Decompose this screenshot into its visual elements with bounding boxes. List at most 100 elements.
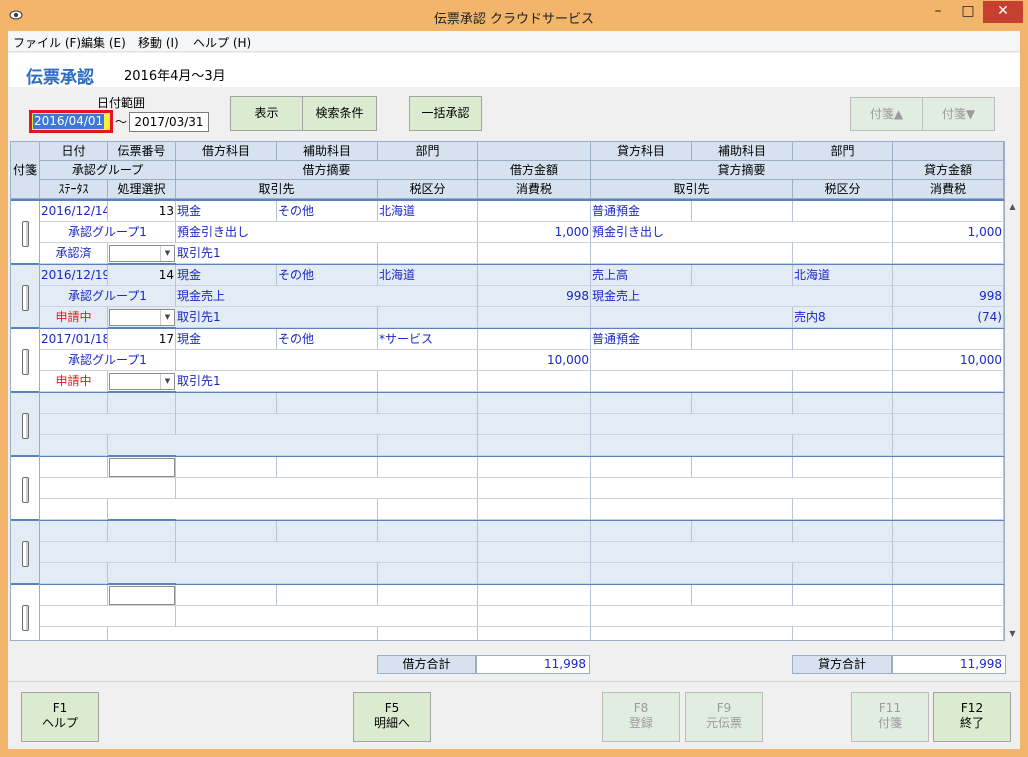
search-condition-button[interactable]: 検索条件 [302,96,377,131]
table-row[interactable] [11,457,1004,521]
row-cr-tax-class: 売内8 [793,307,893,328]
row-cr-tax-class [793,499,893,520]
row-dr-sub: その他 [277,201,378,222]
f8-register-button[interactable]: F8 登録 [602,692,680,742]
row-cr-amount: 1,000 [893,222,1004,243]
f8-label: 登録 [628,716,653,730]
row-status: 承認済 [40,243,108,264]
date-range-label: 日付範囲 [97,96,146,110]
tag-down-button[interactable]: 付箋▼ [922,97,995,131]
menu-edit[interactable]: 編集 (E) [81,34,126,51]
tag-up-button[interactable]: 付箋▲ [850,97,923,131]
row-cr-tax [893,563,1004,584]
header-cr-dept: 部門 [793,142,893,161]
menu-help[interactable]: ヘルプ (H) [193,34,251,51]
row-cr-dept [793,457,893,478]
row-dr-blank [478,329,591,350]
date-to-input[interactable]: 2017/03/31 [129,112,209,132]
debit-total-value: 11,998 [476,655,590,674]
row-cr-blank [893,457,1004,478]
row-dr-dept [378,393,478,414]
f9-key: F9 [716,701,732,715]
row-cr-tax [893,627,1004,640]
row-cr-summary [591,414,893,435]
row-dr-tax-class [378,307,478,328]
row-cr-account [591,521,692,542]
show-button[interactable]: 表示 [230,96,303,131]
row-cr-tax [893,499,1004,520]
f12-exit-button[interactable]: F12 終了 [933,692,1011,742]
row-dr-tax-class [378,243,478,264]
minimize-button[interactable]: – [923,1,953,23]
header-dr-dept: 部門 [378,142,478,161]
table-row[interactable] [11,393,1004,457]
header-cr-account: 貸方科目 [591,142,692,161]
header-dr-account: 借方科目 [176,142,277,161]
row-dr-tax [478,435,591,456]
row-cr-tax [893,371,1004,392]
date-from-input[interactable]: 2016/04/01 [29,110,113,133]
row-cr-summary [591,478,893,499]
row-status [40,499,108,520]
tag-marker[interactable] [12,329,40,393]
row-cr-dept [793,329,893,350]
row-cr-sub [692,585,793,606]
row-status: 申請中 [40,371,108,392]
row-dr-tax-class [378,371,478,392]
row-cr-partner [591,627,793,640]
vertical-scrollbar[interactable]: ▲ ▼ [1005,199,1020,641]
table-row[interactable]: 2017/01/18 17 承認グループ1 申請中 ▼ 現金 その他 *サービス 10,000 取… [11,329,1004,393]
row-slip-no: 13 [108,201,176,222]
row-dr-sub [277,585,378,606]
table-row[interactable]: 2016/12/19 14 承認グループ1 申請中 ▼ 現金 その他 北海道 現金売上 998 取引… [11,265,1004,329]
row-cr-tax: (74) [893,307,1004,328]
row-approval-group [40,478,176,499]
table-row[interactable] [11,585,1004,640]
tag-marker[interactable] [12,457,40,521]
row-cr-account: 売上高 [591,265,692,286]
f11-tag-button[interactable]: F11 付箋 [851,692,929,742]
tag-marker[interactable] [12,521,40,585]
row-cr-blank [893,585,1004,606]
row-cr-tax-class [793,243,893,264]
tag-marker[interactable] [12,585,40,640]
row-date [40,457,108,478]
f1-help-button[interactable]: F1 ヘルプ [21,692,99,742]
row-cr-sub [692,521,793,542]
f9-original-slip-button[interactable]: F9 元伝票 [685,692,763,742]
row-cr-partner [591,563,793,584]
table-row[interactable]: 2016/12/14 13 承認グループ1 承認済 ▼ 現金 その他 北海道 預金引き出し 1,0… [11,201,1004,265]
maximize-button[interactable]: □ [953,1,983,23]
header-cr-tax-class: 税区分 [793,180,893,199]
f5-detail-button[interactable]: F5 明細へ [353,692,431,742]
bulk-approve-button[interactable]: 一括承認 [409,96,482,131]
menu-file[interactable]: ファイル (F) [13,34,81,51]
row-dr-sub: その他 [277,329,378,350]
header-dr-partner: 取引先 [176,180,378,199]
app-window: 伝票承認 クラウドサービス – □ ✕ ファイル (F) 編集 (E) 移動 (… [0,0,1028,757]
row-dr-partner: 取引先1 [176,307,378,328]
process-select[interactable]: ▼ [109,373,175,390]
row-cr-dept [793,585,893,606]
scroll-up-icon[interactable]: ▲ [1005,199,1020,214]
slip-no-box [109,522,175,541]
close-button[interactable]: ✕ [983,1,1023,23]
row-date: 2016/12/14 [40,201,108,222]
row-dr-summary [176,478,478,499]
row-dr-blank [478,521,591,542]
tag-marker[interactable] [12,201,40,265]
row-dr-amount: 998 [478,286,591,307]
row-dr-summary [176,542,478,563]
tag-marker[interactable] [12,265,40,329]
process-select[interactable]: ▼ [109,309,175,326]
process-select[interactable]: ▼ [109,245,175,262]
row-dr-tax [478,243,591,264]
f12-label: 終了 [959,716,984,730]
row-dr-partner [176,435,378,456]
menu-move[interactable]: 移動 (I) [138,34,179,51]
table-row[interactable] [11,521,1004,585]
scroll-down-icon[interactable]: ▼ [1005,626,1020,641]
row-approval-group [40,414,176,435]
tag-marker[interactable] [12,393,40,457]
row-cr-amount [893,542,1004,563]
